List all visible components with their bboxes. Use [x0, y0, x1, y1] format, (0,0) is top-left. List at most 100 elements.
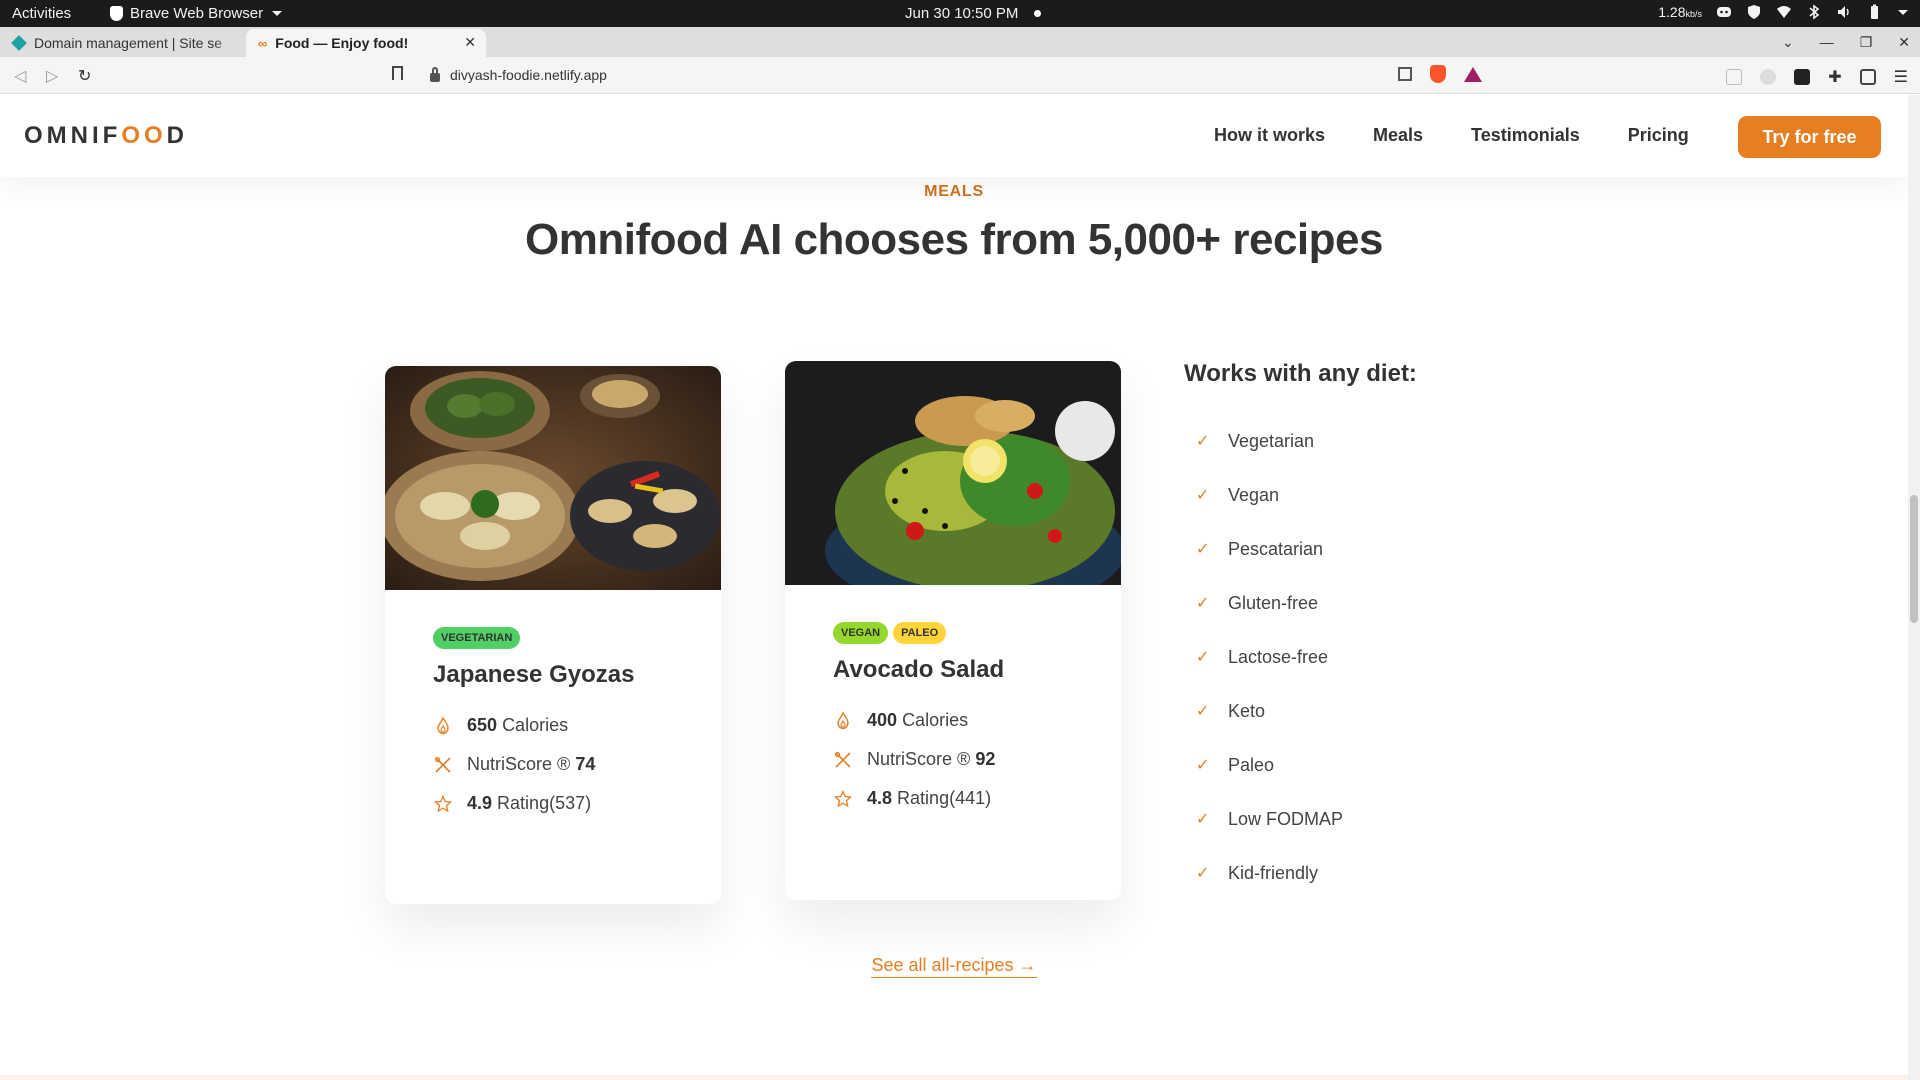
all-recipes-container: See all all-recipes → [0, 955, 1908, 978]
netlify-favicon-icon [11, 35, 27, 51]
battery-icon[interactable] [1866, 4, 1882, 20]
lock-icon[interactable] [430, 66, 440, 82]
tab-title: Food — Enjoy food! [275, 35, 409, 51]
diet-item: ✓ Vegan [1196, 468, 1417, 522]
diet-item: ✓ Vegetarian [1196, 414, 1417, 468]
checkmark-icon: ✓ [1196, 433, 1210, 450]
diet-label: Vegan [1228, 484, 1280, 505]
activities-button[interactable]: Activities [12, 5, 71, 22]
star-icon [833, 789, 853, 809]
restore-icon[interactable]: ❐ [1860, 34, 1873, 51]
meal-card-gyozas: VEGETARIAN Japanese Gyozas 650 Calories … [385, 366, 721, 904]
bookmark-icon[interactable] [392, 66, 403, 80]
site-header: OMNIF OO D How it works Meals Testimonials… [0, 95, 1908, 177]
nav-link-meals[interactable]: Meals [1373, 125, 1423, 146]
system-top-bar: Activities Brave Web Browser Jun 30 10:5… [0, 0, 1920, 27]
brave-rewards-icon[interactable] [1464, 66, 1482, 82]
meal-nutriscore: NutriScore ® 74 [433, 754, 673, 775]
tab-food[interactable]: ∞ Food — Enjoy food! ✕ [246, 29, 486, 57]
shield-icon[interactable] [1746, 4, 1762, 20]
checkmark-icon: ✓ [1196, 541, 1210, 558]
omnifood-favicon-icon: ∞ [258, 36, 268, 51]
checkmark-icon: ✓ [1196, 595, 1210, 612]
try-for-free-button[interactable]: Try for free [1738, 116, 1881, 158]
diet-label: Keto [1228, 700, 1266, 721]
diet-label: Kid-friendly [1228, 862, 1319, 883]
meal-tags: VEGETARIAN [433, 627, 673, 649]
qr-code-icon[interactable] [1398, 67, 1412, 81]
minimize-icon[interactable]: — [1820, 34, 1834, 50]
diet-label: Lactose-free [1228, 646, 1329, 667]
url-text[interactable]: divyash-foodie.netlify.app [450, 67, 607, 83]
diet-item: ✓ Pescatarian [1196, 522, 1417, 576]
meal-card-avocado-salad: VEGAN PALEO Avocado Salad 400 Calories N… [785, 361, 1121, 900]
meal-tags: VEGAN PALEO [833, 622, 1073, 644]
system-tray[interactable]: 1.28kb/s [1658, 4, 1908, 20]
brave-shields-icon[interactable] [1430, 65, 1446, 83]
chevron-down-icon[interactable] [1898, 9, 1908, 15]
diet-item: ✓ Low FODMAP [1196, 792, 1417, 846]
diet-label: Paleo [1228, 754, 1275, 775]
page-scrollbar[interactable] [1908, 95, 1920, 1080]
clock[interactable]: Jun 30 10:50 PM [905, 5, 1042, 22]
checkmark-icon: ✓ [1196, 865, 1210, 882]
meal-rating: 4.8 Rating(441) [833, 788, 1073, 809]
extension-icon[interactable] [1726, 69, 1743, 85]
wallet-icon[interactable] [1859, 69, 1876, 85]
back-icon[interactable]: ◁ [14, 66, 26, 86]
tag-vegan: VEGAN [833, 622, 889, 644]
nav-link-pricing[interactable]: Pricing [1628, 125, 1689, 146]
app-menu[interactable]: Brave Web Browser [110, 5, 283, 22]
checkmark-icon: ✓ [1196, 649, 1210, 666]
diet-item: ✓ Keto [1196, 684, 1417, 738]
scrollbar-thumb[interactable] [1910, 495, 1918, 623]
utensils-icon [433, 755, 453, 775]
diet-list: ✓ Vegetarian ✓ Vegan ✓ Pescatarian ✓ Gluten-fre… [1184, 414, 1417, 900]
avocado-salad-image [785, 361, 1121, 611]
discord-icon[interactable] [1716, 4, 1732, 20]
diet-item: ✓ Gluten-free [1196, 576, 1417, 630]
nav-link-how-it-works[interactable]: How it works [1214, 125, 1325, 146]
diets-heading: Works with any diet: [1184, 360, 1417, 387]
meal-title: Avocado Salad [833, 656, 1005, 683]
gyozas-image [385, 366, 721, 590]
diet-label: Gluten-free [1228, 592, 1319, 613]
flame-icon [833, 711, 853, 731]
browser-toolbar: ◁ ▷ ↻ divyash-foodie.netlify.app ✚ ☰ [0, 57, 1920, 94]
tab-search-icon[interactable]: ⌄ [1782, 34, 1794, 51]
nav-link-testimonials[interactable]: Testimonials [1471, 125, 1580, 146]
star-icon [433, 794, 453, 814]
checkmark-icon: ✓ [1196, 703, 1210, 720]
extension-icon[interactable] [1760, 69, 1777, 85]
notification-dot-icon [1034, 10, 1042, 17]
tag-vegetarian: VEGETARIAN [433, 627, 521, 649]
diets-section: Works with any diet: ✓ Vegetarian ✓ Vegan ✓ P… [1184, 360, 1417, 900]
address-bar[interactable]: divyash-foodie.netlify.app [418, 61, 1498, 89]
extension-icon[interactable] [1794, 69, 1811, 85]
puzzle-icon[interactable]: ✚ [1828, 67, 1841, 87]
volume-icon[interactable] [1836, 4, 1852, 20]
checkmark-icon: ✓ [1196, 487, 1210, 504]
omnifood-logo[interactable]: OMNIF OO D [24, 122, 188, 150]
section-subheading: MEALS [924, 183, 984, 200]
tab-domain-management[interactable]: Domain management | Site se [0, 29, 244, 57]
extensions-area: ✚ ☰ [1726, 67, 1908, 87]
tab-strip: Domain management | Site se ∞ Food — Enj… [0, 27, 1920, 80]
main-nav: How it works Meals Testimonials Pricing [1214, 125, 1689, 146]
close-window-icon[interactable]: ✕ [1898, 34, 1910, 51]
reload-icon[interactable]: ↻ [78, 66, 91, 86]
checkmark-icon: ✓ [1196, 811, 1210, 828]
tab-title: Domain management | Site se [34, 35, 223, 51]
network-speed: 1.28kb/s [1658, 4, 1702, 20]
close-tab-icon[interactable]: ✕ [464, 34, 476, 51]
forward-icon[interactable]: ▷ [46, 66, 58, 86]
see-all-recipes-link[interactable]: See all all-recipes → [871, 955, 1037, 978]
diet-item: ✓ Paleo [1196, 738, 1417, 792]
bluetooth-icon[interactable] [1806, 4, 1822, 20]
diet-item: ✓ Lactose-free [1196, 630, 1417, 684]
menu-icon[interactable]: ☰ [1894, 67, 1908, 87]
datetime: Jun 30 10:50 PM [905, 5, 1019, 22]
tag-paleo: PALEO [893, 622, 947, 644]
section-heading: Omnifood AI chooses from 5,000+ recipes [525, 215, 1383, 264]
wifi-icon[interactable] [1776, 4, 1792, 20]
